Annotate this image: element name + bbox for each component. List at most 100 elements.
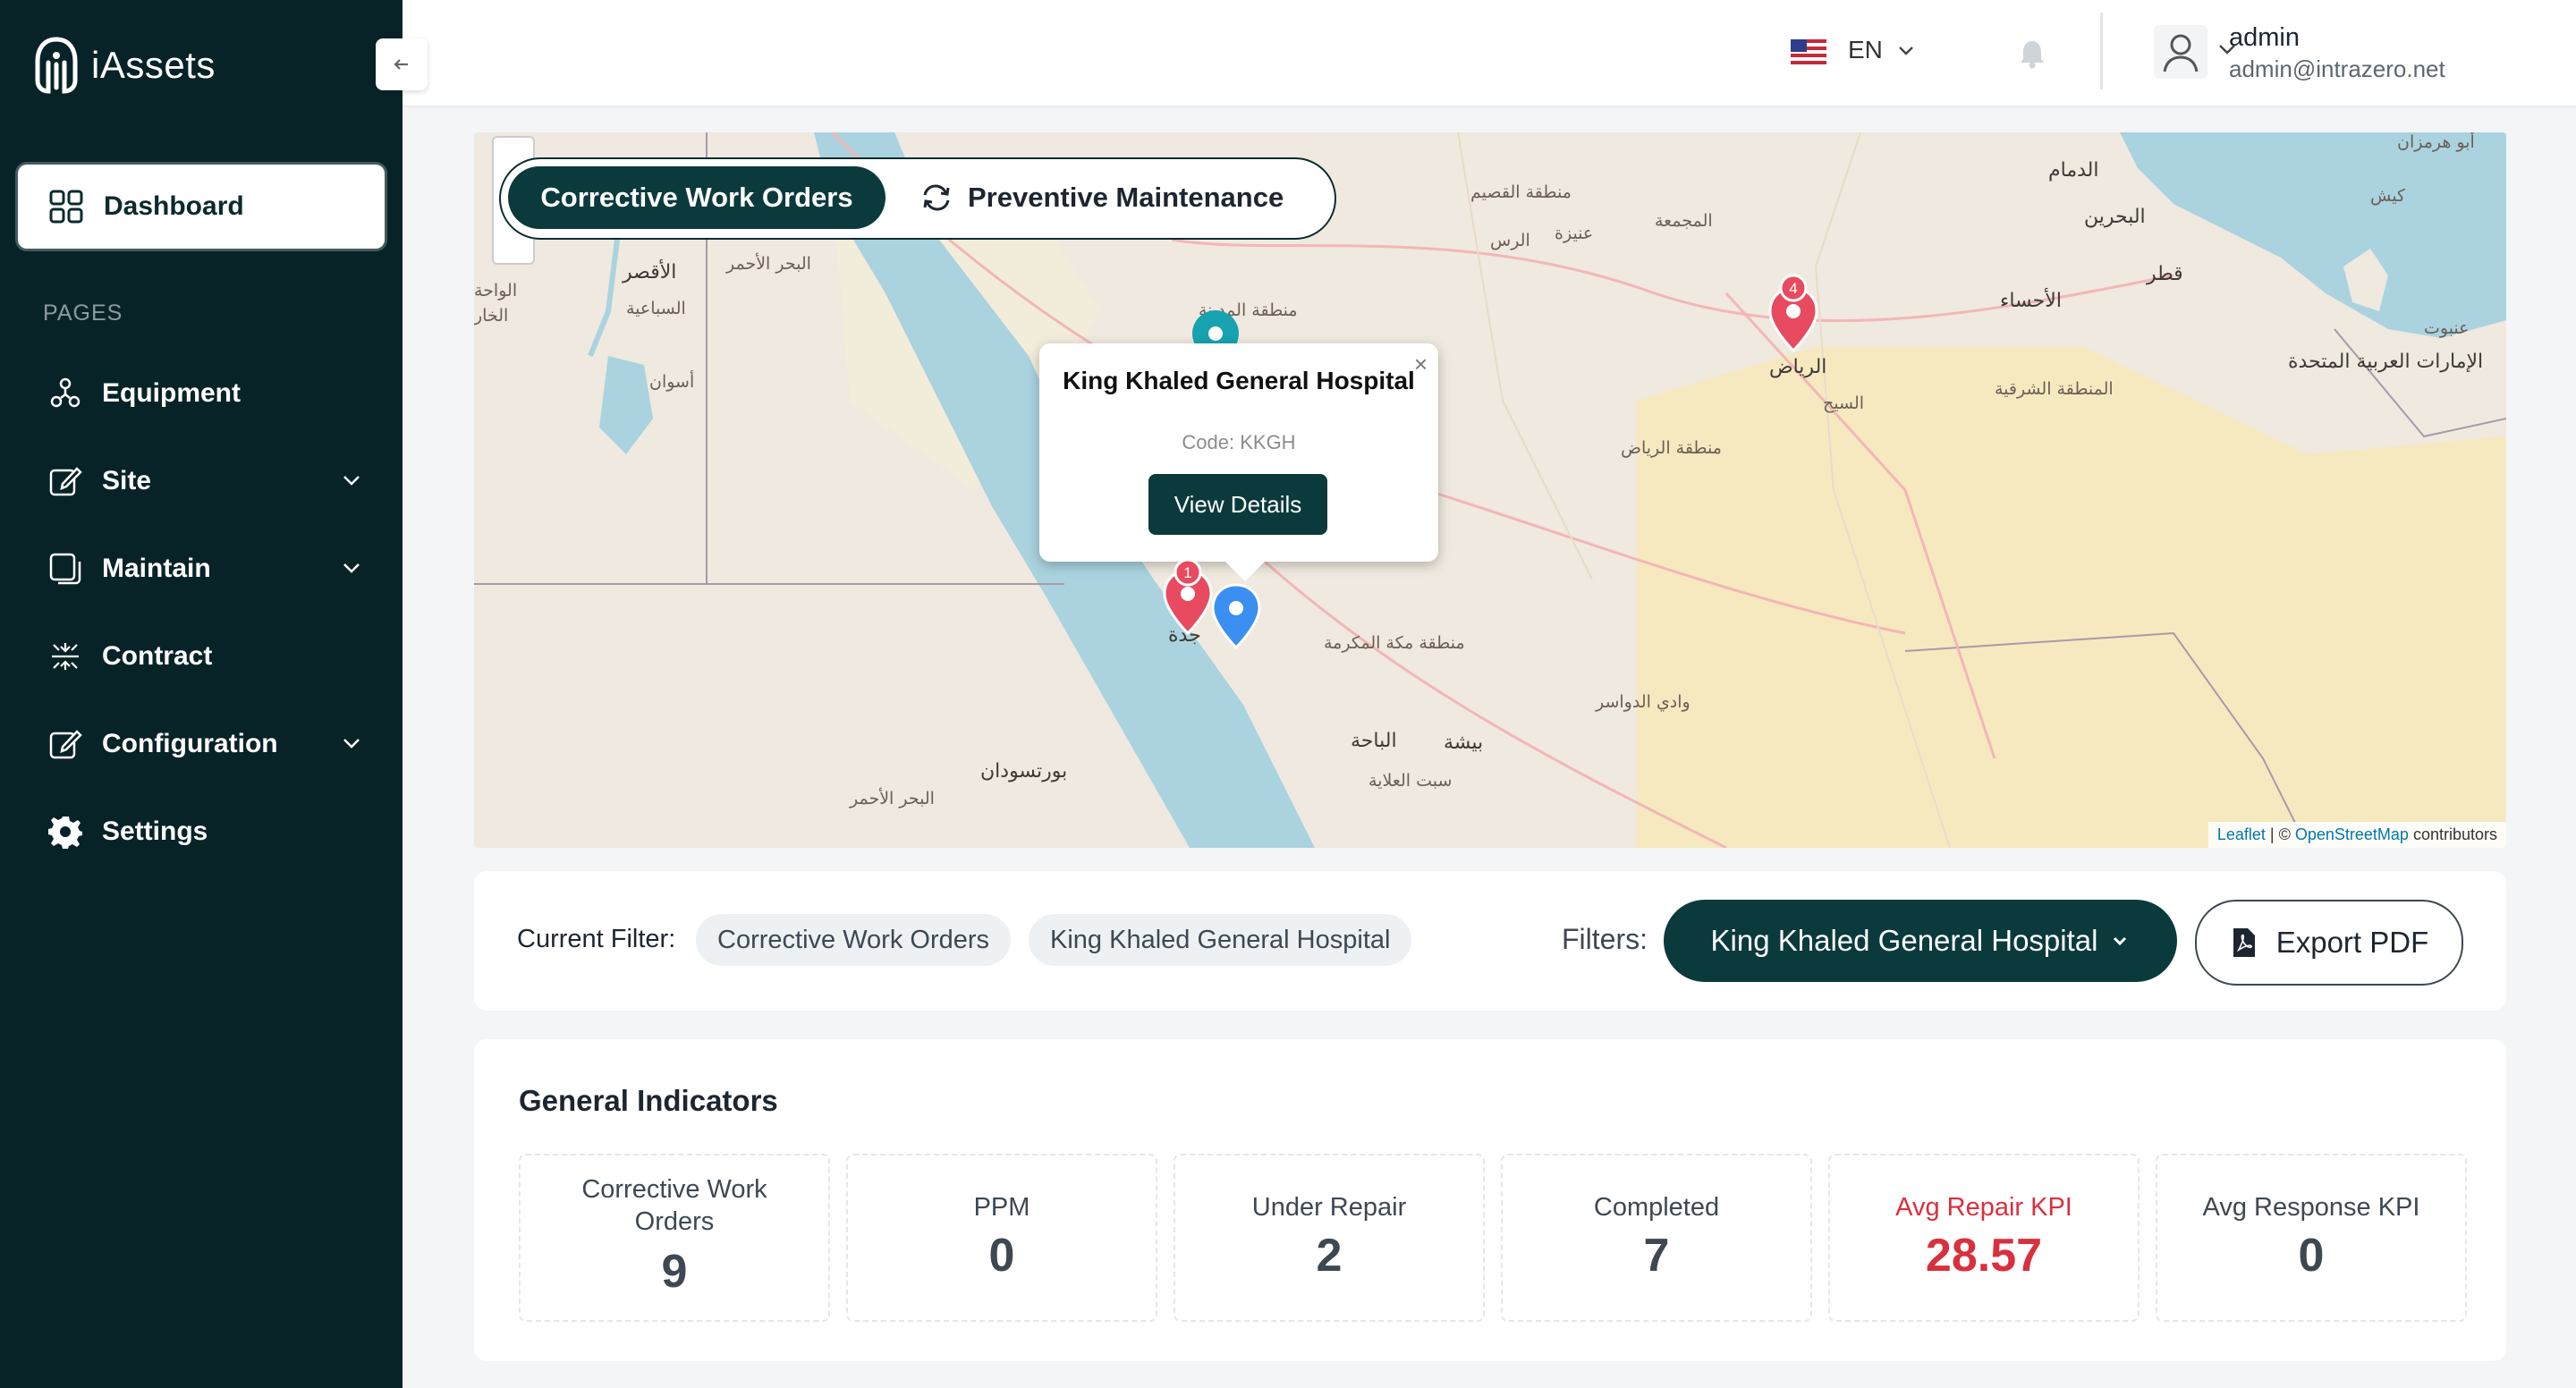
kpi-corrective-work-orders: Corrective Work Orders 9 (519, 1154, 830, 1322)
export-pdf-button[interactable]: Export PDF (2195, 900, 2463, 986)
map-label: الواحة (474, 281, 518, 300)
map-label: البحر الأحمر (726, 254, 811, 274)
close-icon[interactable]: × (1414, 351, 1428, 378)
map-marker-blue[interactable] (1208, 581, 1265, 653)
sidebar-item-configuration[interactable]: Configuration (0, 708, 402, 780)
bell-icon[interactable] (2017, 38, 2047, 70)
map-label: وادي الدواسر (1596, 692, 1690, 712)
osm-link[interactable]: OpenStreetMap (2295, 825, 2409, 843)
user-icon (2163, 34, 2199, 72)
sidebar-collapse-button[interactable] (376, 38, 428, 90)
attribution-suffix: contributors (2412, 825, 2497, 843)
equipment-icon (50, 377, 80, 408)
map-label: البحر الأحمر (850, 789, 935, 808)
edit-square-icon (49, 467, 82, 496)
map-label: عنبوت (2424, 318, 2470, 338)
hospital-filter-dropdown[interactable]: King Khaled General Hospital (1664, 900, 2177, 982)
map-label: أبو هرمزان (2397, 132, 2475, 152)
us-flag-icon[interactable] (1791, 39, 1826, 64)
sidebar-item-maintain[interactable]: Maintain (0, 533, 402, 605)
sidebar-item-dashboard[interactable]: Dashboard (18, 165, 385, 249)
chevron-down-icon[interactable] (338, 554, 365, 581)
sidebar-item-label: Equipment (102, 378, 241, 408)
arrow-left-icon (394, 59, 408, 70)
map-label: الدمام (2048, 159, 2099, 182)
view-details-button[interactable]: View Details (1148, 474, 1327, 535)
attribution-separator: | © (2265, 825, 2295, 843)
user-menu[interactable]: admin admin@intrazero.net (2154, 18, 2494, 86)
map-label: منطقة مكة المكرمة (1324, 633, 1465, 653)
sidebar-item-label: Site (102, 466, 152, 495)
map-label: عنيزة (1555, 224, 1594, 243)
kpi-label: Avg Repair KPI (1895, 1193, 2072, 1222)
header-divider (2100, 13, 2103, 89)
chevron-down-icon[interactable] (338, 730, 365, 757)
map-label: المنطقة الشرقية (1995, 379, 2114, 399)
sidebar-item-equipment[interactable]: Equipment (0, 358, 402, 429)
kpi-value: 0 (2298, 1230, 2325, 1282)
pdf-icon (2233, 928, 2255, 957)
map-label: الباحة (1351, 730, 1397, 752)
sidebar-item-label: Contract (102, 641, 213, 671)
map-label: السباعية (626, 299, 686, 318)
popup-title: King Khaled General Hospital (1063, 367, 1415, 394)
kpi-value: 9 (661, 1246, 688, 1298)
map-label: بيشة (1444, 732, 1484, 754)
avatar (2154, 25, 2207, 79)
language-selector[interactable]: EN (1848, 36, 1883, 64)
kpi-value: 2 (1316, 1230, 1343, 1282)
filters-label: Filters: (1562, 923, 1648, 955)
map-label: كيش (2370, 186, 2406, 206)
kpi-label: Avg Response KPI (2202, 1193, 2420, 1222)
kpi-avg-response: Avg Response KPI 0 (2156, 1154, 2467, 1322)
map-label: سبت العلاية (1368, 771, 1453, 791)
map-label: الإمارات العربية المتحدة (2288, 351, 2484, 373)
kpi-label: Corrective Work Orders (581, 1175, 767, 1236)
chevron-down-icon[interactable] (2214, 36, 2241, 63)
filter-chip: King Khaled General Hospital (1029, 914, 1412, 966)
copy-icon (49, 553, 81, 585)
sidebar-item-contract[interactable]: Contract (0, 621, 402, 692)
edit-square-icon (49, 730, 82, 759)
map-label: المجمعة (1655, 211, 1713, 231)
sidebar-item-label: Configuration (102, 729, 278, 758)
sidebar-item-site[interactable]: Site (0, 445, 402, 517)
sidebar-item-label: Dashboard (104, 191, 244, 221)
map-view[interactable]: الدمام البحرين قطر الأحساء الرياض السيح … (474, 132, 2506, 848)
section-title: General Indicators (519, 1084, 778, 1117)
map-label: السيح (1823, 394, 1865, 413)
popup-code: Code: KKGH (1182, 431, 1296, 453)
leaflet-link[interactable]: Leaflet (2217, 825, 2266, 843)
contract-icon (52, 643, 79, 670)
map-label: الأقصر (623, 261, 677, 284)
kpi-value: 28.57 (1925, 1230, 2043, 1282)
filter-selected-value: King Khaled General Hospital (1710, 924, 2098, 957)
refresh-icon (923, 184, 950, 211)
export-pdf-label: Export PDF (2275, 926, 2429, 959)
chevron-down-icon[interactable] (1894, 39, 1918, 63)
filter-bar: Current Filter: Corrective Work Orders K… (474, 871, 2506, 1011)
app-logo[interactable]: iAssets (34, 36, 216, 95)
kpi-value: 0 (988, 1230, 1015, 1282)
map-label: البحرين (2084, 206, 2146, 228)
app-name: iAssets (91, 44, 216, 86)
sidebar-item-label: Settings (102, 817, 208, 846)
sidebar-section-label: PAGES (43, 300, 123, 326)
map-label: الرس (1490, 231, 1530, 250)
kpi-label: Under Repair (1251, 1193, 1407, 1222)
tab-preventive-maintenance[interactable]: Preventive Maintenance (921, 166, 1324, 229)
gear-icon (48, 817, 82, 849)
work-order-type-toggle: Corrective Work Orders Preventive Mainte… (499, 157, 1336, 240)
top-header: EN admin admin@intrazero.net (402, 0, 2576, 107)
sidebar-item-label: Maintain (102, 554, 211, 583)
map-marker-red[interactable]: 4 (1764, 268, 1823, 358)
chevron-down-icon[interactable] (338, 467, 365, 494)
map-label: منطقة الرياض (1621, 438, 1722, 458)
sidebar-item-settings[interactable]: Settings (0, 796, 402, 868)
map-label: الخار (474, 306, 509, 326)
map-label: منطقة القصيم (1470, 182, 1572, 202)
tab-corrective-work-orders[interactable]: Corrective Work Orders (508, 166, 886, 229)
chevron-down-icon (2114, 936, 2127, 946)
map-label: بورتسودان (980, 760, 1068, 783)
kpi-under-repair: Under Repair 2 (1174, 1154, 1485, 1322)
